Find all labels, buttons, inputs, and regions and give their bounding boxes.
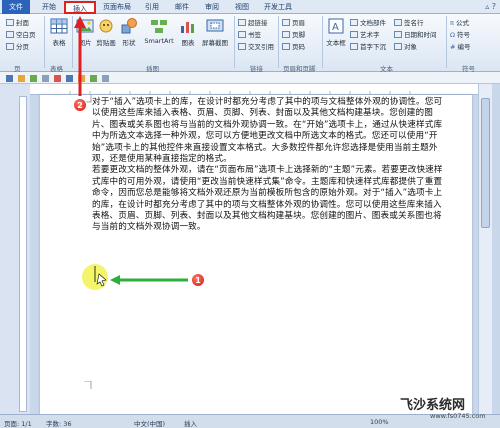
insert-mode-indicator[interactable]: 插入 bbox=[184, 418, 197, 428]
quick-access-icons[interactable] bbox=[6, 74, 126, 83]
wordart-icon bbox=[350, 31, 358, 38]
blank-page-icon bbox=[6, 31, 14, 38]
tab-view[interactable]: 视图 bbox=[232, 1, 252, 14]
scroll-thumb[interactable] bbox=[481, 98, 490, 228]
text-box-icon: A bbox=[328, 18, 344, 34]
step-badge-2: 2 bbox=[73, 98, 87, 112]
shapes-icon bbox=[121, 18, 137, 34]
help-icon: ? bbox=[491, 2, 496, 11]
cover-page-button[interactable]: 封面 bbox=[6, 17, 29, 27]
hyperlink-icon bbox=[238, 19, 246, 26]
zoom-level[interactable]: 100% bbox=[370, 418, 389, 426]
hyperlink-button[interactable]: 超链接 bbox=[238, 17, 268, 27]
tab-file[interactable]: 文件 bbox=[2, 0, 30, 14]
bookmark-button[interactable]: 书签 bbox=[238, 29, 261, 39]
document-text[interactable]: 对于“插入”选项卡上的库，在设计时都充分考虑了其中的项与文档整体外观的协调性。您… bbox=[92, 97, 444, 234]
tab-page-layout[interactable]: 页面布局 bbox=[100, 1, 134, 14]
vertical-scrollbar[interactable] bbox=[478, 84, 492, 414]
equation-button[interactable]: π 公式 bbox=[450, 17, 469, 27]
footer-button[interactable]: 页脚 bbox=[282, 29, 305, 39]
tab-developer[interactable]: 开发工具 bbox=[260, 1, 296, 14]
date-time-button[interactable]: 日期和时间 bbox=[394, 29, 437, 39]
paragraph[interactable]: 若要更改文档的整体外观，请在“页面布局”选项卡上选择新的“主题”元素。若要更改快… bbox=[92, 165, 444, 233]
clip-art-icon bbox=[99, 19, 113, 33]
step-badge-1: 1 bbox=[191, 273, 205, 287]
page-number-icon bbox=[282, 43, 290, 50]
date-time-icon bbox=[394, 31, 402, 38]
window-controls[interactable]: ▵ ? bbox=[485, 2, 496, 11]
divider bbox=[278, 16, 279, 68]
tab-review[interactable]: 审阅 bbox=[202, 1, 222, 14]
svg-text:A: A bbox=[332, 22, 339, 33]
blank-page-button[interactable]: 空白页 bbox=[6, 29, 36, 39]
divider bbox=[234, 16, 235, 68]
table-icon bbox=[50, 18, 68, 34]
language-indicator[interactable]: 中文(中国) bbox=[134, 418, 165, 428]
numbering-button[interactable]: # 编号 bbox=[450, 41, 471, 51]
page-count[interactable]: 页面: 1/1 bbox=[4, 418, 32, 428]
table-button[interactable]: 表格 bbox=[48, 17, 70, 47]
watermark-url: www.fs0745.com bbox=[430, 412, 486, 420]
chart-icon bbox=[181, 22, 194, 33]
header-icon bbox=[282, 19, 290, 26]
paragraph[interactable]: 对于“插入”选项卡上的库，在设计时都充分考虑了其中的项与文档整体外观的协调性。您… bbox=[92, 97, 444, 165]
divider bbox=[44, 16, 45, 68]
smartart-icon bbox=[151, 20, 167, 33]
document-page[interactable]: 对于“插入”选项卡上的库，在设计时都充分考虑了其中的项与文档整体外观的协调性。您… bbox=[40, 95, 472, 414]
word-count[interactable]: 字数: 36 bbox=[46, 418, 72, 428]
screenshot-button[interactable]: 屏幕截图 bbox=[200, 17, 230, 47]
object-icon bbox=[394, 43, 402, 50]
page-break-button[interactable]: 分页 bbox=[6, 41, 29, 51]
symbol-button[interactable]: Ω 符号 bbox=[450, 29, 470, 39]
status-bar: 页面: 1/1 字数: 36 中文(中国) 插入 100% bbox=[0, 414, 500, 428]
signature-line-icon bbox=[394, 19, 402, 26]
divider bbox=[322, 16, 323, 68]
smartart-button[interactable]: SmartArt bbox=[142, 17, 176, 45]
wordart-button[interactable]: 艺术字 bbox=[350, 29, 380, 39]
cross-reference-button[interactable]: 交叉引用 bbox=[238, 41, 274, 51]
watermark-brand: 飞沙系统网 bbox=[400, 398, 466, 413]
text-box-button[interactable]: A 文本框 bbox=[324, 17, 348, 47]
chart-button[interactable]: 图表 bbox=[178, 17, 198, 47]
margin-corner-mark bbox=[84, 381, 92, 389]
annotation-arrow-2 bbox=[74, 16, 86, 96]
clip-art-button[interactable]: 剪贴画 bbox=[95, 17, 117, 47]
object-button[interactable]: 对象 bbox=[394, 41, 417, 51]
footer-icon bbox=[282, 31, 290, 38]
drop-cap-button[interactable]: 首字下沉 bbox=[350, 41, 386, 51]
vertical-ruler bbox=[0, 84, 30, 414]
page-number-button[interactable]: 页码 bbox=[282, 41, 305, 51]
tab-home[interactable]: 开始 bbox=[38, 1, 60, 14]
tab-mailings[interactable]: 邮件 bbox=[172, 1, 192, 14]
cover-page-icon bbox=[6, 19, 14, 26]
quick-parts-button[interactable]: 文档部件 bbox=[350, 17, 386, 27]
shapes-button[interactable]: 形状 bbox=[118, 17, 140, 47]
bookmark-icon bbox=[238, 31, 246, 38]
divider bbox=[446, 16, 447, 68]
screenshot-icon bbox=[206, 19, 224, 32]
tab-references[interactable]: 引用 bbox=[142, 1, 162, 14]
drop-cap-icon bbox=[350, 43, 358, 50]
cross-reference-icon bbox=[238, 43, 246, 50]
horizontal-ruler bbox=[30, 84, 478, 95]
quick-parts-icon bbox=[350, 19, 358, 26]
signature-line-button[interactable]: 签名行 bbox=[394, 17, 424, 27]
header-button[interactable]: 页眉 bbox=[282, 17, 305, 27]
page-break-icon bbox=[6, 43, 14, 50]
